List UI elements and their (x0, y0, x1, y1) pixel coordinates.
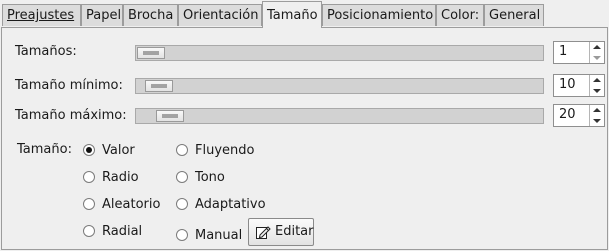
radio-dot (83, 225, 95, 237)
tab-preajustes[interactable]: Preajustes (2, 4, 81, 26)
max-size-slider[interactable] (135, 108, 544, 124)
sizes-spinbox[interactable]: 1 (553, 41, 605, 64)
radio-dot (176, 171, 188, 183)
spin-buttons (589, 75, 604, 96)
edit-button[interactable]: Editar (248, 218, 314, 246)
spin-up-icon[interactable] (593, 108, 601, 112)
radio-dot (83, 198, 95, 210)
tab-papel[interactable]: Papel (81, 4, 123, 26)
min-size-label: Tamaño mínimo: (15, 78, 123, 93)
max-size-spinbox[interactable]: 20 (553, 104, 605, 127)
spin-buttons (589, 42, 604, 63)
min-size-slider-thumb[interactable] (145, 80, 173, 92)
radio-dot (176, 198, 188, 210)
spin-buttons (589, 105, 604, 126)
min-size-slider[interactable] (135, 78, 544, 94)
max-size-slider-thumb[interactable] (156, 110, 184, 122)
tab-orientacion[interactable]: Orientación (178, 4, 262, 26)
sizes-slider-thumb[interactable] (137, 47, 165, 59)
radio-dot (83, 144, 95, 156)
edit-icon (256, 226, 271, 239)
tab-general[interactable]: General (484, 4, 544, 26)
tab-bar: Preajustes Papel Brocha Orientación Tama… (0, 0, 609, 28)
grip-icon (151, 84, 167, 88)
size-mode-label: Tamaño: (17, 142, 72, 157)
sizes-value: 1 (559, 44, 568, 59)
max-size-label: Tamaño máximo: (15, 108, 127, 123)
radio-dot (176, 229, 188, 241)
min-size-value: 10 (559, 77, 576, 92)
spin-up-icon[interactable] (593, 45, 601, 49)
radio-dot (176, 144, 188, 156)
sizes-slider[interactable] (135, 45, 544, 61)
tab-brocha[interactable]: Brocha (123, 4, 178, 26)
spin-down-icon[interactable] (593, 56, 601, 60)
max-size-value: 20 (559, 107, 576, 122)
grip-icon (162, 114, 178, 118)
tab-posicionamiento[interactable]: Posicionamiento (322, 4, 436, 26)
sizes-label: Tamaños: (15, 44, 77, 59)
spin-up-icon[interactable] (593, 78, 601, 82)
min-size-spinbox[interactable]: 10 (553, 74, 605, 97)
spin-down-icon[interactable] (593, 89, 601, 93)
tab-tamano[interactable]: Tamaño (262, 1, 322, 28)
edit-button-label: Editar (275, 224, 314, 239)
grip-icon (143, 51, 159, 55)
radio-dot (83, 171, 95, 183)
spin-down-icon[interactable] (593, 119, 601, 123)
tab-color[interactable]: Color: (436, 4, 484, 26)
